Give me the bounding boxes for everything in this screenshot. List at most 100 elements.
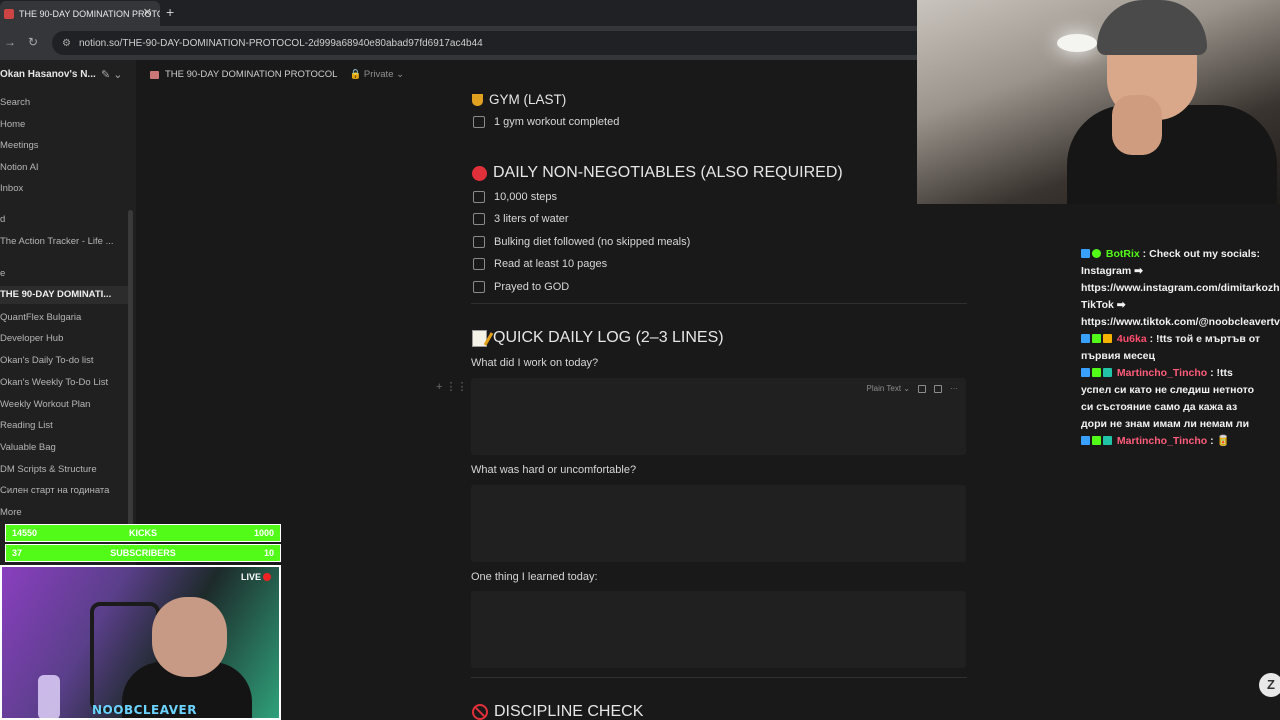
sidebar-item-daily-todo[interactable]: Okan's Daily To-do list [0,355,128,366]
todo-item: Prayed to GOD [473,281,569,293]
subscribers-goal-bar: 37 SUBSCRIBERS 10 [5,544,281,562]
url-field[interactable]: ⚙ notion.so/THE-90-DAY-DOMINATION-PROTOC… [52,31,920,55]
checkbox[interactable] [473,258,485,270]
code-block[interactable]: Plain Text ⌄ ··· [471,378,966,455]
workspace-switcher[interactable]: Okan Hasanov's N... [0,69,96,80]
red-circle-icon [472,165,487,181]
drag-handle-icon[interactable]: + ⋮⋮ [436,380,467,393]
daily-heading-text: DAILY NON-NEGOTIABLES (ALSO REQUIRED) [493,164,843,181]
todo-text: 1 gym workout completed [494,116,620,128]
privacy-selector[interactable]: 🔒 Private ⌄ [349,69,404,80]
url-text: notion.so/THE-90-DAY-DOMINATION-PROTOCOL… [78,37,483,49]
memo-icon [472,329,487,347]
gift-badge-icon [1103,368,1112,377]
badge-icon [1081,436,1090,445]
chat-message: 4u6ka : !tts той е мъртъв от първия месе… [1081,333,1261,362]
site-settings-icon[interactable]: ⚙ [62,38,71,49]
chat-text: Check out my socials: Instagram ➡ https:… [1081,248,1280,328]
checkbox[interactable] [473,213,485,225]
guest-head [152,597,227,677]
tab-title: THE 90-DAY DOMINATION PROTO [19,8,160,19]
book-icon [150,70,159,79]
chat-message: Martincho_Tincho : 🥫 [1081,433,1266,450]
breadcrumb-page[interactable]: THE 90-DAY DOMINATION PROTOCOL [165,69,337,80]
checkbox[interactable] [473,236,485,248]
sidebar-item-developer-hub[interactable]: Developer Hub [0,333,128,344]
log-question: One thing I learned today: [471,571,598,583]
todo-item: 1 gym workout completed [473,116,619,128]
streamer-handle: NOOBCLEAVER [92,703,197,717]
sidebar-section-label: d [0,214,6,225]
sidebar-item-workout-plan[interactable]: Weekly Workout Plan [0,399,128,410]
chat-message: BotRix : Check out my socials: Instagram… [1081,246,1280,331]
code-block[interactable] [471,485,966,562]
new-tab-button[interactable]: + [166,4,174,20]
code-block[interactable] [471,591,966,668]
forward-arrow-icon[interactable]: → [4,35,16,49]
copy-icon[interactable] [918,384,926,393]
daily-heading: DAILY NON-NEGOTIABLES (ALSO REQUIRED) [472,164,843,182]
webcam-person-body [1067,105,1277,204]
more-options-icon[interactable]: ··· [950,384,958,393]
zoom-button[interactable]: Z [1259,673,1280,697]
badge-icon [1081,334,1090,343]
log-question: What was hard or uncomfortable? [471,464,637,476]
sidebar-item-reading-list[interactable]: Reading List [0,420,128,431]
gift-badge-icon [1103,334,1112,343]
sidebar-item-strong-start[interactable]: Силен старт на годината [0,485,128,496]
gym-heading: GYM (LAST) [472,92,566,107]
log-question: What did I work on today? [471,357,599,369]
badge-icon [1081,368,1090,377]
todo-text: 10,000 steps [494,191,557,203]
sidebar-item-action-tracker[interactable]: The Action Tracker - Life ... [0,236,128,247]
kicks-goal-bar: 14550 KICKS 1000 [5,524,281,542]
divider [471,303,967,304]
todo-text: Prayed to GOD [494,281,570,293]
todo-text: Read at least 10 pages [494,258,608,270]
close-tab-icon[interactable]: ✕ [143,6,152,19]
sidebar-item-90-day-protocol[interactable]: THE 90-DAY DOMINATI... [0,286,128,304]
chat-username[interactable]: Martincho_Tincho [1117,367,1207,379]
gym-heading-text: GYM (LAST) [489,92,567,107]
privacy-label: Private [363,69,394,80]
sub-badge-icon [1092,368,1101,377]
checkbox[interactable] [473,191,485,203]
caption-icon[interactable] [934,384,942,393]
todo-text: 3 liters of water [494,213,569,225]
reload-icon[interactable]: ↻ [28,35,38,49]
ceiling-lamp [1057,34,1097,52]
sidebar-item-home[interactable]: Home [0,119,128,130]
sidebar-item-dm-scripts[interactable]: DM Scripts & Structure [0,464,128,475]
sidebar-item-search[interactable]: Search [0,97,128,108]
bottle [38,675,60,718]
checkbox[interactable] [473,116,485,128]
discipline-heading-text: DISCIPLINE CHECK [494,703,644,720]
breadcrumb: THE 90-DAY DOMINATION PROTOCOL 🔒 Private… [150,69,404,80]
stream-chat: BotRix : Check out my socials: Instagram… [1081,246,1280,450]
sidebar-item-notion-ai[interactable]: Notion AI [0,162,128,173]
new-page-icon[interactable]: ✎ ⌄ [101,68,123,81]
sidebar-item-quantflex[interactable]: QuantFlex Bulgaria [0,312,128,323]
code-toolbar: Plain Text ⌄ ··· [867,384,958,393]
browser-tab[interactable]: THE 90-DAY DOMINATION PROTO ✕ [0,1,160,26]
guest-webcam: LIVE NOOBCLEAVER [0,565,281,720]
checkbox[interactable] [473,281,485,293]
webcam-person-beanie [1097,0,1207,55]
sidebar-section-label: e [0,268,6,279]
trophy-icon [472,93,483,106]
chat-username[interactable]: Martincho_Tincho [1117,435,1207,447]
sidebar-item-weekly-todo[interactable]: Okan's Weekly To-Do List [0,377,128,388]
sub-badge-icon [1092,436,1101,445]
chat-username[interactable]: 4u6ka [1117,333,1147,345]
sidebar-item-more[interactable]: More [0,507,128,518]
sidebar-item-valuable-bag[interactable]: Valuable Bag [0,442,128,453]
log-heading-text: QUICK DAILY LOG (2–3 LINES) [493,329,724,346]
chat-username[interactable]: BotRix [1106,248,1140,260]
todo-item: 3 liters of water [473,213,569,225]
sidebar-scrollbar[interactable] [128,210,133,540]
webcam-person-hand [1112,95,1162,155]
sidebar-item-inbox[interactable]: Inbox [0,183,128,194]
language-selector[interactable]: Plain Text ⌄ [867,384,910,393]
screen: { "browser": { "tab_title": "THE 90-DAY … [0,0,1280,720]
sidebar-item-meetings[interactable]: Meetings [0,140,128,151]
